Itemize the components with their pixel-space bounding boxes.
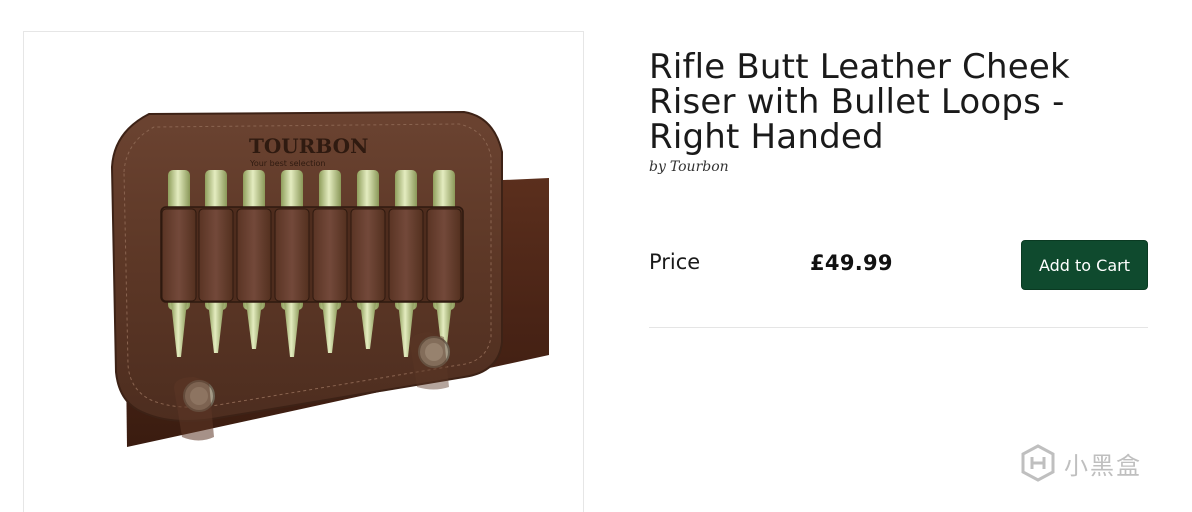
svg-text:Your best selection: Your best selection [249, 159, 325, 168]
svg-text:TOURBON: TOURBON [249, 134, 368, 158]
add-to-cart-button[interactable]: Add to Cart [1021, 240, 1148, 290]
watermark-logo-icon [1021, 444, 1055, 482]
bullet-loop [236, 208, 272, 302]
byline-prefix: by [649, 159, 666, 175]
bullet-loop [198, 208, 234, 302]
bullet-loop [388, 208, 424, 302]
bullet-loop [274, 208, 310, 302]
cheek-riser-photo: TOURBON Your best selection [110, 110, 549, 447]
brand-link[interactable]: Tourbon [670, 159, 729, 175]
bullet-loop [426, 208, 462, 302]
bullet-loop [350, 208, 386, 302]
watermark: 小黑盒 [1018, 443, 1142, 483]
product-image[interactable]: TOURBON Your best selection [23, 31, 584, 512]
watermark-text: 小黑盒 [1064, 451, 1142, 480]
bullet-loop [161, 208, 197, 302]
price-label: Price [649, 250, 701, 274]
byline: by Tourbon [649, 159, 729, 175]
product-page: TOURBON Your best selection Rifle Butt L… [0, 0, 1192, 512]
bullet-loop [312, 208, 348, 302]
product-title: Rifle Butt Leather Cheek Riser with Bull… [649, 47, 1070, 157]
price-value: £49.99 [810, 251, 893, 275]
divider [649, 327, 1148, 328]
